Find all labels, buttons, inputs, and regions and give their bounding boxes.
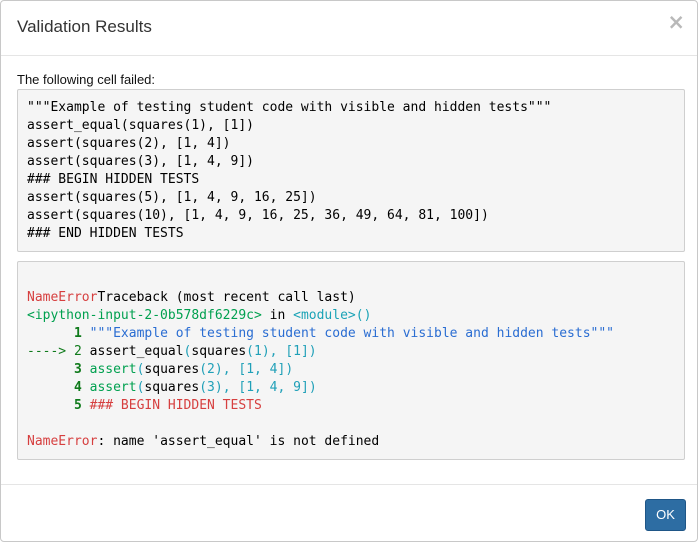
frame-code: assert(squares(3), [1, 4, 9])	[90, 380, 317, 395]
line-marker: 4	[27, 380, 90, 395]
ok-button[interactable]: OK	[645, 499, 686, 531]
code-number: 4	[269, 362, 278, 377]
traceback-output: NameErrorTraceback (most recent call las…	[17, 261, 685, 460]
module-name: <module>()	[293, 308, 372, 323]
code-punctuation: ]	[300, 380, 309, 395]
source-line: assert(squares(5), [1, 4, 9, 16, 25])	[27, 190, 317, 205]
code-punctuation: )	[214, 362, 223, 377]
code-punctuation: ,	[254, 362, 262, 377]
dialog-header: Validation Results ×	[1, 1, 697, 56]
traceback-location: <ipython-input-2-0b578df6229c> in <modul…	[27, 307, 684, 325]
failed-cell-label: The following cell failed:	[17, 72, 156, 87]
traceback-frame: 1 """Example of testing student code wit…	[27, 325, 684, 343]
code-number: 9	[293, 380, 301, 395]
code-punctuation: )	[308, 380, 317, 395]
code-punctuation: (	[246, 344, 254, 359]
code-text: squares	[191, 344, 247, 359]
code-builtin: assert	[89, 362, 137, 377]
frame-code: ### BEGIN HIDDEN TESTS	[89, 398, 262, 413]
error-message: NameError: name 'assert_equal' is not de…	[27, 433, 684, 451]
traceback-frame: 4 assert(squares(3), [1, 4, 9])	[27, 379, 684, 397]
code-punctuation: ,	[222, 380, 231, 395]
code-text: assert_equal	[89, 344, 184, 359]
error-type: NameError	[27, 434, 98, 449]
traceback-header: NameErrorTraceback (most recent call las…	[27, 289, 684, 307]
code-number: 1	[246, 380, 255, 395]
code-punctuation: (	[199, 362, 208, 377]
code-text: squares	[144, 362, 200, 377]
code-number: 2	[207, 362, 215, 377]
source-line: assert(squares(2), [1, 4])	[27, 136, 231, 151]
line-marker: ----> 2	[27, 344, 90, 359]
code-punctuation: )	[285, 362, 294, 377]
source-line: """Example of testing student code with …	[27, 100, 552, 115]
code-punctuation: [	[238, 380, 247, 395]
frame-code: assert(squares(2), [1, 4])	[90, 362, 294, 377]
line-marker: 1	[27, 326, 90, 341]
code-text: squares	[144, 380, 200, 395]
failed-cell-source: """Example of testing student code with …	[17, 89, 685, 252]
code-punctuation: )	[214, 380, 223, 395]
close-icon[interactable]: ×	[667, 11, 685, 33]
code-punctuation: [	[285, 344, 294, 359]
line-marker: 3	[27, 362, 90, 377]
code-punctuation: )	[261, 344, 270, 359]
code-number: 1	[246, 362, 255, 377]
error-message-text: : name 'assert_equal' is not defined	[97, 434, 380, 449]
code-punctuation: (	[199, 380, 208, 395]
code-number: 4	[269, 380, 278, 395]
source-line: ### END HIDDEN TESTS	[27, 226, 184, 241]
input-reference: <ipython-input-2-0b578df6229c>	[27, 308, 262, 323]
source-line: ### BEGIN HIDDEN TESTS	[27, 172, 200, 187]
frame-code: """Example of testing student code with …	[89, 326, 615, 341]
line-marker: 5	[27, 398, 90, 413]
code-builtin: assert	[89, 380, 137, 395]
source-line: assert(squares(10), [1, 4, 9, 16, 25, 36…	[27, 208, 489, 223]
dialog-title: Validation Results	[17, 17, 152, 36]
code-punctuation: ,	[254, 380, 262, 395]
code-number: 1	[254, 344, 262, 359]
traceback-frame-current: ----> 2 assert_equal(squares(1), [1])	[27, 343, 684, 361]
source-line: assert_equal(squares(1), [1])	[27, 118, 254, 133]
code-punctuation: )	[308, 344, 317, 359]
frame-code: assert_equal(squares(1), [1])	[90, 344, 317, 359]
validation-results-dialog: Validation Results × The following cell …	[0, 0, 698, 542]
source-line: assert(squares(3), [1, 4, 9])	[27, 154, 254, 169]
code-punctuation: ,	[222, 362, 231, 377]
code-punctuation: ]	[300, 344, 309, 359]
error-type: NameError	[27, 290, 98, 305]
code-punctuation: [	[238, 362, 247, 377]
traceback-frame: 5 ### BEGIN HIDDEN TESTS	[27, 397, 684, 415]
code-number: 1	[293, 344, 301, 359]
traceback-frame: 3 assert(squares(2), [1, 4])	[27, 361, 684, 379]
code-number: 3	[207, 380, 215, 395]
footer-divider	[1, 484, 697, 485]
in-word: in	[261, 308, 294, 323]
traceback-header-text: Traceback (most recent call last)	[97, 290, 356, 305]
